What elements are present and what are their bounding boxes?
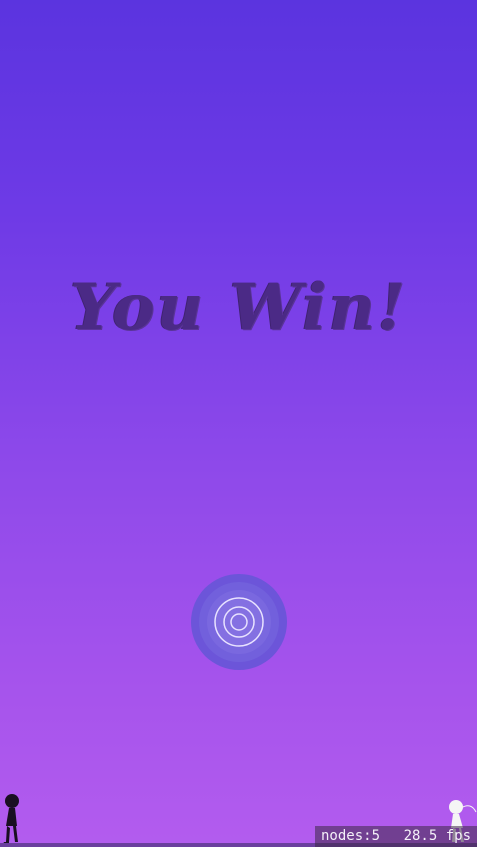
concentric-rings-icon [191,574,287,670]
replay-button[interactable] [190,573,288,671]
fps-counter: 28.5 fps [403,828,471,844]
debug-stats-overlay: nodes:5 28.5 fps [315,826,477,847]
node-count: nodes:5 [321,828,381,844]
player-silhouette-left [0,792,22,844]
result-title: You Win! [69,270,408,345]
